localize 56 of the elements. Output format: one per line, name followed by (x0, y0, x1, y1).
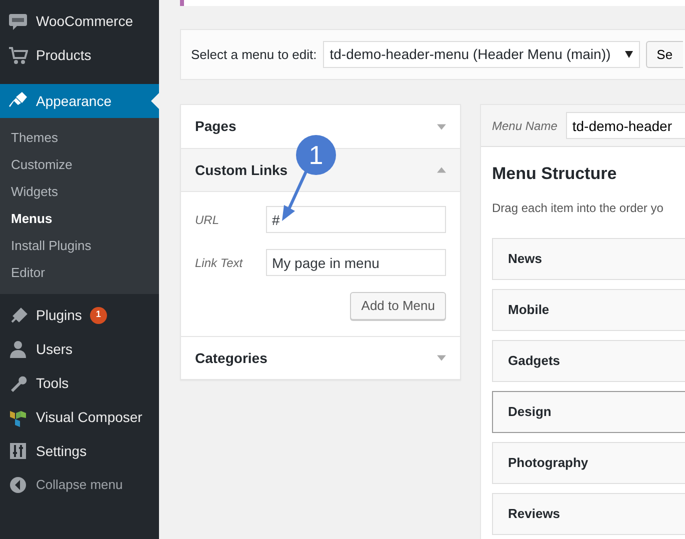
menu-label: Users (36, 340, 73, 358)
submenu-item[interactable]: Customize (0, 151, 159, 178)
hint-text: Drag each item into the order yo (492, 200, 664, 216)
menu-name-field[interactable]: td-demo-header (566, 112, 685, 139)
menu-label: Products (36, 46, 92, 64)
field-label: URL (195, 212, 220, 228)
menu-item[interactable]: Design (492, 390, 685, 432)
collapse-menu-button[interactable]: Collapse menu (0, 468, 159, 502)
add-to-menu-button[interactable]: Add to Menu (350, 292, 446, 320)
user-icon (8, 339, 28, 359)
collapse-icon (8, 475, 28, 495)
submenu-item[interactable]: Editor (0, 259, 159, 286)
submenu-item[interactable]: Widgets (0, 178, 159, 205)
input-field[interactable]: My page in menu (266, 249, 446, 276)
section-title: Custom Links (195, 160, 288, 180)
menu-label: WooCommerce (36, 12, 133, 30)
section-title: Categories (195, 348, 268, 368)
dropdown-caret-icon (624, 51, 633, 58)
sidebar-item[interactable]: Tools (0, 366, 159, 400)
menu-select-dropdown[interactable]: td-demo-header-menu (Header Menu (main)) (322, 41, 640, 68)
select-button[interactable]: Se (646, 41, 683, 68)
woocommerce-icon (8, 11, 28, 31)
menu-item[interactable]: Gadgets (492, 340, 685, 382)
menu-label: Visual Composer (36, 408, 142, 427)
notification-count: 1 (90, 306, 107, 324)
menu-label: Settings (36, 442, 87, 461)
sidebar-item[interactable]: Settings (0, 434, 159, 468)
menu-item[interactable]: Photography (492, 442, 685, 484)
submenu-item[interactable]: Themes (0, 124, 159, 151)
sidebar-item[interactable]: WooCommerce (0, 4, 159, 38)
sidebar-item[interactable]: Products (0, 38, 159, 72)
menu-label: Plugins (36, 306, 82, 325)
sidebar-item[interactable]: Visual Composer (0, 400, 159, 434)
caret-down-icon (437, 355, 446, 361)
menu-label: Tools (36, 374, 69, 392)
sidebar-item[interactable]: Appearance (0, 84, 159, 118)
menu-label: Appearance (36, 92, 112, 111)
accordion-header[interactable]: Categories (181, 336, 460, 379)
menu-item[interactable]: News (492, 238, 685, 280)
collapse-label: Collapse menu (36, 476, 123, 494)
caret-down-icon (437, 124, 446, 130)
field-label: Menu Name (492, 118, 558, 134)
caret-up-icon (437, 167, 446, 173)
submenu-item[interactable]: Install Plugins (0, 232, 159, 259)
menu-item[interactable]: Mobile (492, 288, 685, 330)
submenu-item[interactable]: Menus (0, 205, 159, 232)
menu-item[interactable]: Reviews (492, 492, 685, 534)
input-field[interactable]: # (266, 206, 446, 233)
section-title: Pages (195, 117, 236, 136)
cart-icon (8, 45, 28, 65)
sidebar-item[interactable]: Users (0, 332, 159, 366)
select-label: Select a menu to edit: (191, 46, 317, 64)
field-label: Link Text (195, 254, 244, 272)
sliders-icon (8, 441, 28, 461)
section-heading: Menu Structure (492, 163, 618, 185)
sidebar-item[interactable]: Plugins 1 (0, 298, 159, 332)
